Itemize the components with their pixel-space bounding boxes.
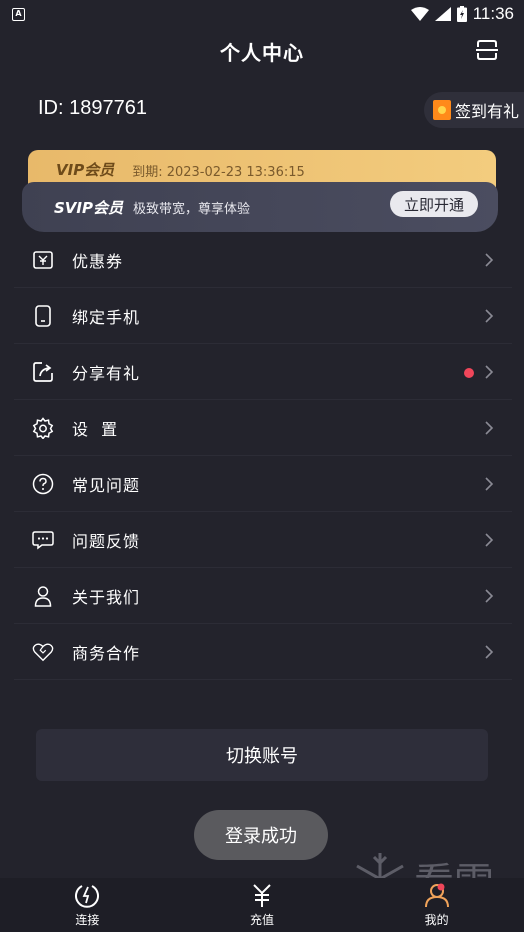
nav-item-connect[interactable]: 连接 — [0, 878, 175, 932]
chevron-right-icon — [485, 645, 494, 659]
gear-icon — [32, 416, 54, 439]
svip-title: SVIP会员 — [54, 198, 123, 217]
menu-item-label: 商务合作 — [72, 643, 141, 663]
question-icon — [32, 473, 54, 495]
vip-title: VIP会员 — [56, 161, 115, 179]
open-svip-button[interactable]: 立即开通 — [390, 191, 478, 217]
menu-item-label: 问题反馈 — [72, 531, 141, 551]
bottom-nav: 连接 充值 我的 — [0, 878, 524, 932]
profile-icon — [424, 883, 449, 908]
feedback-icon — [32, 529, 54, 551]
menu-item-share[interactable]: 分享有礼 — [14, 344, 512, 400]
chevron-right-icon — [485, 253, 494, 267]
chevron-right-icon — [485, 477, 494, 491]
notification-icon: A — [12, 7, 25, 21]
scan-icon[interactable] — [476, 40, 498, 60]
menu-item-faq[interactable]: 常见问题 — [14, 456, 512, 512]
menu-item-settings[interactable]: 设 置 — [14, 400, 512, 456]
menu-item-label: 常见问题 — [72, 475, 141, 495]
menu-item-label: 关于我们 — [72, 587, 141, 607]
user-id: ID: 1897761 — [38, 97, 147, 119]
menu-item-bind-phone[interactable]: 绑定手机 — [14, 288, 512, 344]
menu-item-label: 优惠券 — [72, 251, 124, 271]
chevron-right-icon — [485, 589, 494, 603]
chevron-right-icon — [485, 421, 494, 435]
user-icon — [32, 585, 54, 607]
nav-label: 充值 — [250, 913, 275, 927]
gift-icon — [433, 100, 451, 120]
status-time: 11:36 — [472, 4, 514, 23]
menu-list: 优惠券 绑定手机 分享有礼 设 置 常见问题 问题反馈 关于我们 商务合作 — [14, 232, 512, 680]
checkin-label: 签到有礼 — [455, 102, 520, 121]
yen-icon — [253, 884, 271, 907]
signal-icon — [434, 7, 451, 21]
phone-icon — [32, 304, 54, 327]
page-title: 个人中心 — [220, 40, 304, 65]
menu-item-business[interactable]: 商务合作 — [14, 624, 512, 680]
status-right: 11:36 — [410, 4, 514, 24]
chevron-right-icon — [485, 365, 494, 379]
svip-desc: 极致带宽，尊享体验 — [133, 201, 251, 217]
nav-label: 连接 — [75, 913, 100, 927]
menu-item-coupon[interactable]: 优惠券 — [14, 232, 512, 288]
switch-account-button[interactable]: 切换账号 — [36, 729, 488, 781]
wifi-icon — [410, 7, 429, 21]
coupon-icon — [32, 249, 54, 271]
vip-expire: 到期: 2023-02-23 13:36:15 — [132, 165, 305, 180]
share-icon — [32, 361, 54, 383]
chevron-right-icon — [485, 533, 494, 547]
menu-item-label: 绑定手机 — [72, 307, 141, 327]
battery-icon — [456, 6, 467, 22]
checkin-button[interactable]: 签到有礼 — [424, 92, 524, 128]
menu-item-label: 分享有礼 — [72, 363, 141, 383]
nav-item-mine[interactable]: 我的 — [349, 878, 524, 932]
status-bar: A 11:36 — [0, 0, 524, 28]
heart-icon — [32, 641, 54, 663]
chevron-right-icon — [485, 309, 494, 323]
menu-item-about[interactable]: 关于我们 — [14, 568, 512, 624]
header: 个人中心 — [0, 28, 524, 74]
menu-item-feedback[interactable]: 问题反馈 — [14, 512, 512, 568]
toast-message: 登录成功 — [194, 810, 328, 860]
notification-dot — [464, 368, 474, 378]
nav-label: 我的 — [424, 913, 449, 927]
svip-card[interactable]: SVIP会员 极致带宽，尊享体验 立即开通 — [22, 182, 498, 232]
nav-item-recharge[interactable]: 充值 — [175, 878, 350, 932]
menu-item-label: 设 置 — [72, 419, 119, 439]
connect-icon — [75, 885, 100, 908]
